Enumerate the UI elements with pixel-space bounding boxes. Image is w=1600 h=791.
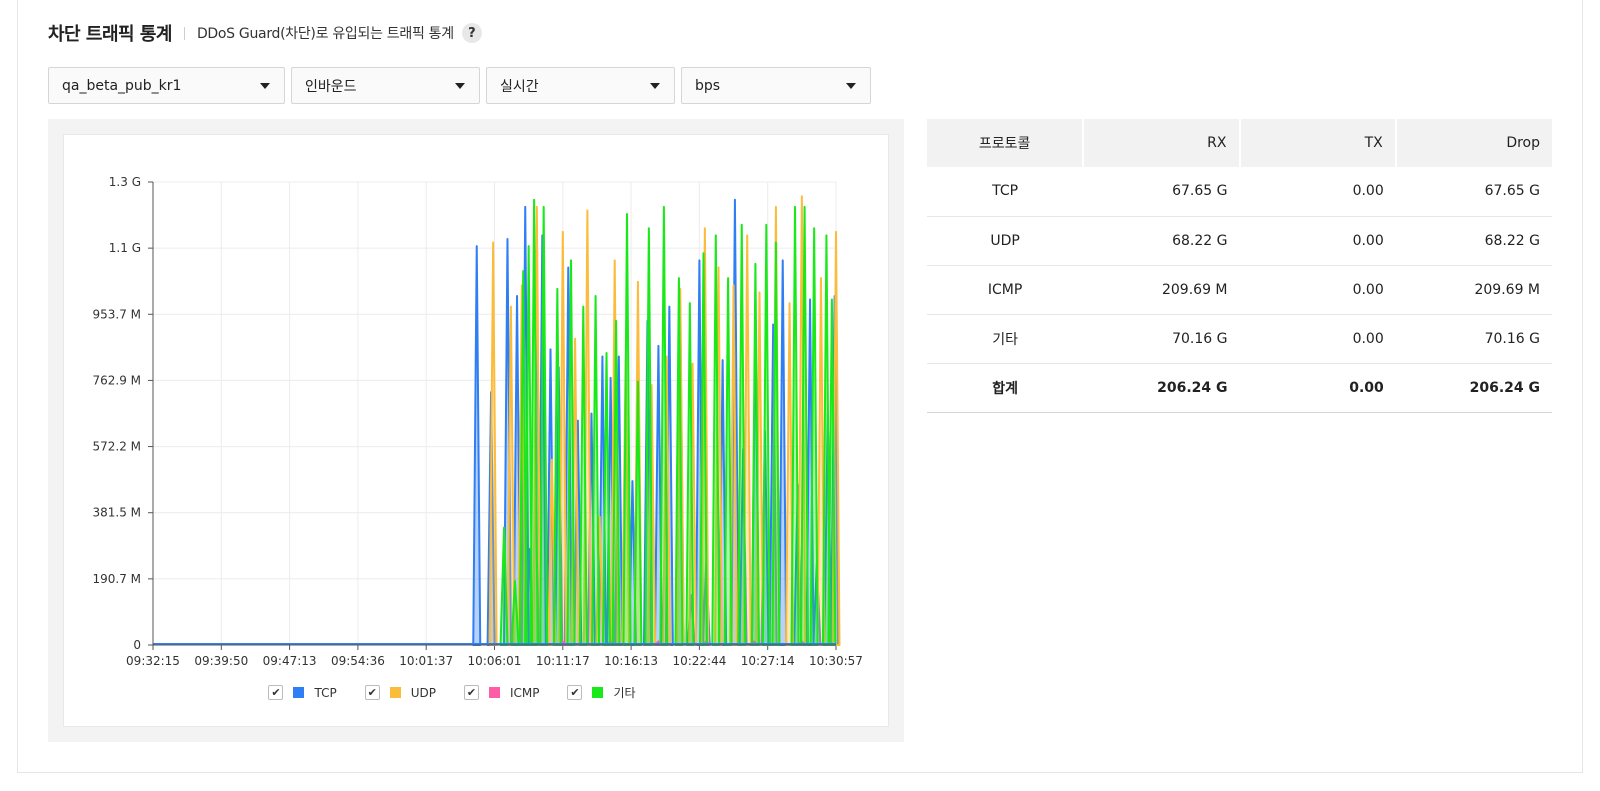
series-other-spike xyxy=(737,223,747,646)
check-icon[interactable]: ✔ xyxy=(567,685,583,700)
y-tick-label: 953.7 M xyxy=(92,307,141,321)
series-other-spike xyxy=(761,223,771,646)
rx-cell: 70.16 G xyxy=(1083,314,1240,364)
series-udp-spike xyxy=(488,241,498,646)
column-header-tx: TX xyxy=(1238,119,1396,167)
series-other-spike xyxy=(622,213,632,646)
drop-cell: 209.69 M xyxy=(1395,265,1552,315)
x-tick-label: 10:06:01 xyxy=(468,654,522,668)
tx-cell: 0.00 xyxy=(1239,167,1396,217)
series-other-spike xyxy=(750,262,760,646)
x-tick-label: 09:39:50 xyxy=(194,654,248,668)
protocol-cell: TCP xyxy=(927,167,1084,217)
y-tick-label: 572.2 M xyxy=(92,440,141,454)
legend-swatch xyxy=(592,687,604,698)
series-other-spike xyxy=(809,227,819,646)
tx-cell: 0.00 xyxy=(1239,216,1396,266)
check-icon[interactable]: ✔ xyxy=(268,685,284,700)
x-tick-label: 10:30:57 xyxy=(809,654,863,668)
x-tick-label: 09:47:13 xyxy=(263,654,317,668)
y-tick-label: 1.3 G xyxy=(109,175,141,189)
legend-item-icmp[interactable]: ✔ ICMP xyxy=(463,684,540,701)
tx-cell: 0.00 xyxy=(1239,265,1396,315)
total-label-cell: 합계 xyxy=(927,362,1084,413)
y-tick-label: 381.5 M xyxy=(92,506,141,520)
table-header-row: 프로토콜 RX TX Drop xyxy=(927,119,1552,167)
drop-cell: 70.16 G xyxy=(1395,314,1552,364)
series-other-spike xyxy=(602,351,612,646)
series-other-spike xyxy=(771,241,781,646)
legend-label: UDP xyxy=(410,685,436,700)
rx-cell: 209.69 M xyxy=(1083,265,1240,315)
column-header-drop: Drop xyxy=(1394,119,1552,167)
series-other-spike xyxy=(552,287,562,646)
total-tx-cell: 0.00 xyxy=(1239,362,1396,413)
total-rx-cell: 206.24 G xyxy=(1083,362,1240,413)
x-tick-label: 09:54:36 xyxy=(331,654,385,668)
table-row: TCP 67.65 G 0.00 67.65 G xyxy=(927,167,1552,217)
legend-item-udp[interactable]: ✔ UDP xyxy=(364,684,436,701)
tx-cell: 0.00 xyxy=(1239,314,1396,364)
traffic-stats-table: 프로토콜 RX TX Drop TCP 67.65 G 0.00 67.65 G… xyxy=(927,119,1552,413)
drop-cell: 68.22 G xyxy=(1395,216,1552,266)
legend-item-tcp[interactable]: ✔ TCP xyxy=(268,684,337,701)
y-tick-label: 190.7 M xyxy=(92,572,141,586)
x-tick-label: 10:11:17 xyxy=(536,654,590,668)
rx-cell: 67.65 G xyxy=(1083,167,1240,217)
legend-swatch xyxy=(293,687,305,698)
check-icon[interactable]: ✔ xyxy=(364,685,380,700)
x-tick-label: 09:32:15 xyxy=(126,654,180,668)
protocol-cell: 기타 xyxy=(927,314,1084,364)
series-other-spike xyxy=(644,227,654,646)
series-other-spike xyxy=(591,294,601,646)
y-tick-label: 762.9 M xyxy=(92,373,141,387)
table-row: ICMP 209.69 M 0.00 209.69 M xyxy=(927,265,1552,315)
x-tick-label: 10:01:37 xyxy=(399,654,453,668)
legend-swatch xyxy=(389,687,401,698)
x-tick-label: 10:16:13 xyxy=(604,654,658,668)
drop-cell: 67.65 G xyxy=(1395,167,1552,217)
legend-swatch xyxy=(488,687,500,698)
total-drop-cell: 206.24 G xyxy=(1395,362,1552,413)
rx-cell: 68.22 G xyxy=(1083,216,1240,266)
check-icon[interactable]: ✔ xyxy=(463,685,479,700)
protocol-cell: ICMP xyxy=(927,265,1084,315)
y-tick-label: 1.1 G xyxy=(109,241,141,255)
traffic-chart: 0 190.7 M 381.5 M 572.2 M 762.9 M 953.7 M 1.1 … xyxy=(92,175,863,668)
table-total-row: 합계 206.24 G 0.00 206.24 G xyxy=(927,362,1552,413)
series-other-spike xyxy=(685,302,695,646)
series-other-spike xyxy=(790,205,800,646)
legend-label: 기타 xyxy=(613,686,636,700)
column-header-protocol: 프로토콜 xyxy=(927,119,1084,167)
series-other-spike xyxy=(659,205,669,646)
column-header-rx: RX xyxy=(1082,119,1240,167)
legend-label: ICMP xyxy=(509,685,540,700)
series-tcp-spike xyxy=(472,245,482,646)
table-row: 기타 70.16 G 0.00 70.16 G xyxy=(927,314,1552,364)
legend-item-other[interactable]: ✔ 기타 xyxy=(567,684,636,701)
x-tick-label: 10:27:14 xyxy=(741,654,795,668)
series-other-spike xyxy=(723,277,733,646)
series-tcp-spike xyxy=(778,259,788,646)
protocol-cell: UDP xyxy=(927,216,1084,266)
legend-label: TCP xyxy=(314,685,337,700)
table-row: UDP 68.22 G 0.00 68.22 G xyxy=(927,216,1552,266)
x-tick-label: 10:22:44 xyxy=(672,654,726,668)
chart-legend: ✔ TCP ✔ UDP ✔ ICMP ✔ 기타 xyxy=(0,684,904,701)
y-tick-label: 0 xyxy=(133,638,141,652)
series-other-spike xyxy=(633,380,643,646)
